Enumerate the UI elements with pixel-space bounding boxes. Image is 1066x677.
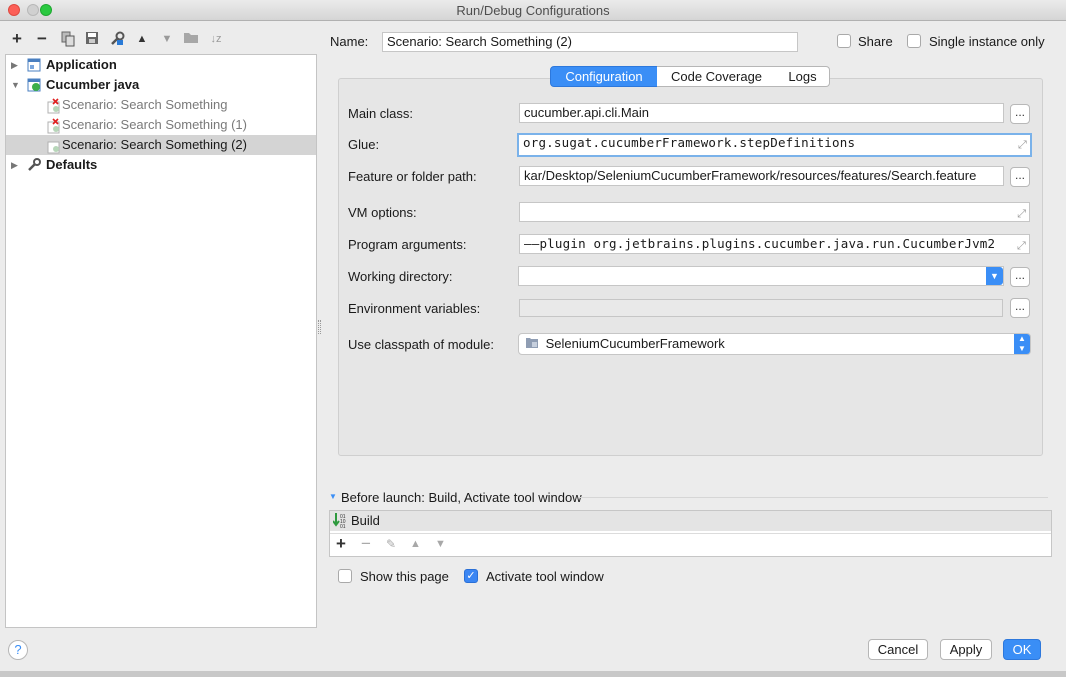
share-label: Share — [858, 34, 893, 49]
classpath-module-value: SeleniumCucumberFramework — [545, 336, 725, 351]
module-folder-icon — [525, 335, 539, 354]
expand-field-icon[interactable]: ⤢ — [1017, 205, 1026, 221]
save-configuration-icon[interactable] — [84, 31, 100, 47]
main-class-input[interactable]: cucumber.api.cli.Main — [519, 103, 1004, 123]
classpath-select-arrows-icon[interactable]: ▲ ▼ — [1014, 334, 1030, 354]
before-launch-title: Before launch: Build, Activate tool wind… — [341, 490, 582, 505]
tree-label-scenario-2: Scenario: Search Something (2) — [62, 137, 247, 152]
application-icon — [27, 58, 41, 72]
tab-configuration[interactable]: Configuration — [550, 66, 658, 87]
program-arguments-label: Program arguments: — [348, 237, 467, 252]
tree-node-application[interactable]: ▶ Application — [6, 55, 316, 75]
main-class-label: Main class: — [348, 106, 414, 121]
name-input[interactable]: Scenario: Search Something (2) — [382, 32, 798, 52]
defaults-wrench-icon — [27, 158, 41, 172]
show-this-page-checkbox[interactable] — [338, 569, 352, 583]
working-directory-dropdown-button[interactable]: ▼ — [986, 267, 1003, 285]
before-launch-move-down-icon[interactable]: ▼ — [435, 538, 446, 550]
tree-node-cucumber-java[interactable]: ▼ Cucumber java — [6, 75, 316, 95]
separator — [330, 533, 1051, 534]
working-directory-browse-button[interactable]: ... — [1010, 267, 1030, 287]
glue-value: org.sugat.cucumberFramework.stepDefiniti… — [523, 135, 856, 150]
expand-field-icon[interactable]: ⤢ — [1015, 237, 1026, 253]
cucumber-icon — [27, 78, 41, 92]
move-up-icon[interactable]: ▲ — [134, 31, 150, 47]
activate-tool-window-label: Activate tool window — [486, 569, 604, 584]
move-down-icon[interactable]: ▼ — [159, 31, 175, 47]
separator — [580, 497, 1048, 498]
title-bar: Run/Debug Configurations — [0, 0, 1066, 21]
tree-item-scenario-1[interactable]: Scenario: Search Something (1) — [6, 115, 316, 135]
scenario-icon — [46, 138, 60, 154]
vm-options-input[interactable]: ⤢ — [519, 202, 1030, 222]
feature-path-input[interactable]: kar/Desktop/SeleniumCucumberFramework/re… — [519, 166, 1004, 186]
show-this-page-label: Show this page — [360, 569, 449, 584]
vm-options-label: VM options: — [348, 205, 417, 220]
feature-path-label: Feature or folder path: — [348, 169, 477, 184]
window-bottom-edge — [0, 671, 1066, 677]
before-launch-remove-button[interactable]: − — [361, 534, 371, 554]
tree-label-defaults: Defaults — [46, 157, 98, 172]
classpath-module-select[interactable]: SeleniumCucumberFramework — [518, 333, 1031, 355]
splitter-handle[interactable] — [318, 320, 321, 334]
scenario-error-icon — [46, 118, 60, 134]
name-label: Name: — [330, 34, 369, 49]
single-instance-label: Single instance only — [929, 34, 1045, 49]
before-launch-build-label: Build — [351, 513, 380, 528]
collapse-triangle-icon[interactable]: ▼ — [329, 492, 337, 501]
before-launch-item-build[interactable]: 01 10 01 Build — [330, 511, 1051, 531]
working-directory-input[interactable] — [518, 266, 1004, 286]
environment-variables-label: Environment variables: — [348, 301, 481, 316]
expand-field-icon[interactable]: ⤢ — [1018, 137, 1027, 153]
single-instance-checkbox[interactable] — [907, 34, 921, 48]
svg-text:01: 01 — [340, 524, 346, 528]
tab-code-coverage[interactable]: Code Coverage — [657, 66, 777, 87]
tree-item-scenario-0[interactable]: Scenario: Search Something — [6, 95, 316, 115]
configuration-tree: ▶ Application ▼ Cucumber java Scenario: … — [5, 54, 317, 628]
build-icon: 01 10 01 — [332, 512, 347, 530]
environment-variables-browse-button[interactable]: ... — [1010, 298, 1030, 318]
tree-label-cucumber-java: Cucumber java — [46, 77, 140, 92]
tree-label-application: Application — [46, 57, 117, 72]
before-launch-edit-icon[interactable]: ✎ — [386, 537, 396, 551]
before-launch-add-button[interactable]: + — [336, 534, 346, 554]
tree-node-defaults[interactable]: ▶ Defaults — [6, 155, 316, 175]
sort-icon[interactable]: ↓z — [208, 31, 224, 47]
copy-configuration-icon[interactable] — [60, 31, 76, 47]
cancel-button[interactable]: Cancel — [868, 639, 928, 660]
classpath-module-label: Use classpath of module: — [348, 337, 494, 352]
glue-label: Glue: — [348, 137, 380, 152]
tree-item-scenario-2[interactable]: Scenario: Search Something (2) — [6, 135, 316, 155]
tab-logs[interactable]: Logs — [776, 66, 830, 87]
ok-button[interactable]: OK — [1003, 639, 1041, 660]
feature-path-browse-button[interactable]: ... — [1010, 167, 1030, 187]
edit-defaults-wrench-icon[interactable] — [109, 31, 125, 47]
apply-button[interactable]: Apply — [940, 639, 992, 660]
tree-label-scenario-0: Scenario: Search Something — [62, 97, 228, 112]
remove-configuration-button[interactable]: − — [34, 30, 50, 47]
environment-variables-input[interactable] — [519, 299, 1003, 317]
working-directory-label: Working directory: — [348, 269, 453, 284]
expand-arrow-icon[interactable]: ▶ — [11, 55, 18, 75]
scenario-error-icon — [46, 98, 60, 114]
expand-arrow-icon[interactable]: ▶ — [11, 155, 18, 175]
folder-icon[interactable] — [183, 31, 199, 47]
program-arguments-input[interactable]: ——plugin org.jetbrains.plugins.cucumber.… — [519, 234, 1030, 254]
collapse-arrow-icon[interactable]: ▼ — [11, 75, 20, 95]
before-launch-move-up-icon[interactable]: ▲ — [410, 538, 421, 550]
add-configuration-button[interactable]: + — [9, 30, 25, 47]
window-title: Run/Debug Configurations — [456, 3, 610, 18]
main-class-browse-button[interactable]: ... — [1010, 104, 1030, 124]
activate-tool-window-checkbox[interactable]: ✓ — [464, 569, 478, 583]
glue-input[interactable]: org.sugat.cucumberFramework.stepDefiniti… — [517, 133, 1032, 157]
help-button[interactable]: ? — [8, 640, 28, 660]
program-arguments-value: ——plugin org.jetbrains.plugins.cucumber.… — [524, 236, 996, 251]
tree-label-scenario-1: Scenario: Search Something (1) — [62, 117, 247, 132]
share-checkbox[interactable] — [837, 34, 851, 48]
